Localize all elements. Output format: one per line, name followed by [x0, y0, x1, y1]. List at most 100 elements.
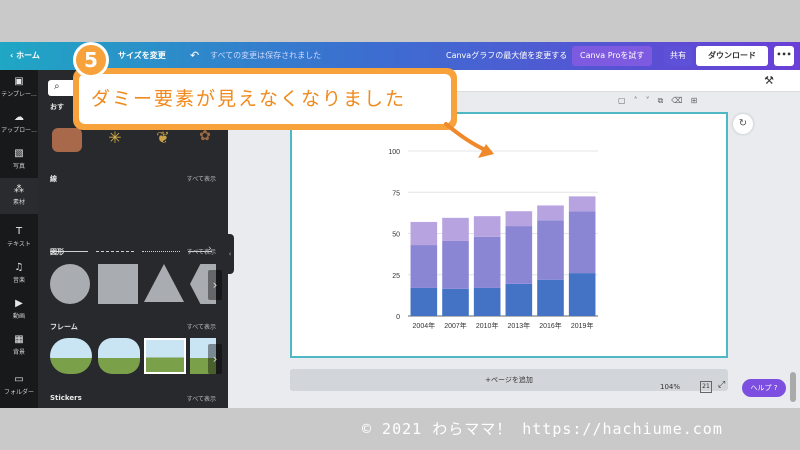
x-tick-label: 2013年 — [508, 321, 531, 330]
rail-item-text[interactable]: T テキスト — [0, 220, 38, 256]
y-tick-label: 25 — [392, 273, 400, 280]
undo-icon[interactable]: ↶ — [190, 42, 199, 70]
copyright-watermark: © 2021 わらママ！ https://hachiume.com — [362, 420, 723, 438]
callout-box: ダミー要素が見えなくなりました — [73, 68, 457, 130]
shape-square[interactable] — [98, 264, 138, 304]
fullscreen-icon[interactable]: ⤢ — [718, 380, 725, 390]
rail-label: フォルダー — [3, 389, 34, 396]
chart[interactable]: 0 25 50 75 100 2004年 2007年 2010年 2013年 2016年 2019年 — [362, 127, 646, 339]
x-tick-label: 2010年 — [476, 321, 499, 330]
bar-segment — [537, 205, 564, 221]
line-dotted[interactable] — [142, 251, 180, 252]
more-button[interactable]: ••• — [774, 46, 794, 66]
frame-circle[interactable] — [50, 338, 92, 374]
bar-segment — [442, 217, 469, 241]
rail-item-video[interactable]: ▶ 動画 — [0, 292, 38, 328]
frame-square[interactable] — [144, 338, 186, 374]
bar-segment — [537, 279, 564, 316]
rail-label: 写真 — [12, 163, 25, 170]
bar-segment — [442, 288, 469, 316]
bar-segment — [568, 273, 596, 316]
decor-thumb[interactable]: ❦ — [148, 128, 178, 152]
bar-segment — [473, 236, 501, 288]
decor-thumb[interactable]: ✿ — [190, 128, 220, 152]
stacked-bar-chart: 0 25 50 75 100 2004年 2007年 2010年 2013年 2016年 2019年 — [388, 149, 598, 330]
rail-item-elements[interactable]: ⁂ 素材 — [0, 178, 38, 214]
photo-icon: ▧ — [14, 148, 24, 159]
bar-segment — [410, 287, 438, 316]
document-title[interactable]: Canvaグラフの最大値を変更する — [446, 42, 567, 70]
scrollbar[interactable] — [790, 372, 796, 402]
rail-item-music[interactable]: ♫ 音楽 — [0, 256, 38, 292]
section-title-lines: 線 — [50, 175, 57, 183]
shape-triangle[interactable] — [144, 264, 184, 302]
see-all-lines[interactable]: すべて表示 — [187, 174, 216, 183]
video-icon: ▶ — [15, 298, 23, 309]
rail-label: 素材 — [12, 199, 25, 206]
bar-segment — [537, 220, 564, 280]
y-tick-label: 0 — [396, 314, 400, 321]
download-button[interactable]: ダウンロード — [696, 46, 768, 66]
add-page-icon[interactable]: ⊞ — [691, 96, 706, 105]
resize-button[interactable]: サイズを変更 — [118, 42, 166, 70]
bar-segment — [473, 287, 501, 316]
chevron-right-icon[interactable]: › — [208, 270, 222, 300]
zoom-level[interactable]: 104% — [660, 378, 680, 396]
see-all-shapes[interactable]: すべて表示 — [187, 247, 216, 256]
duplicate-icon[interactable]: ⧉ — [658, 96, 672, 105]
rail-item-photos[interactable]: ▧ 写真 — [0, 142, 38, 178]
see-all-frames[interactable]: すべて表示 — [187, 322, 216, 331]
frame-badge[interactable] — [98, 338, 140, 374]
collapse-panel-handle[interactable]: ‹ — [226, 234, 234, 274]
rail-item-background[interactable]: ▦ 背景 — [0, 328, 38, 364]
screenshot-frame: ‹ ホーム サイズを変更 ↶ すべての変更は保存されました Canvaグラフの最… — [0, 0, 800, 450]
elements-icon: ⁂ — [14, 184, 24, 195]
line-dashed[interactable] — [96, 251, 134, 252]
bar-segment — [442, 240, 469, 289]
note-icon[interactable]: ▢ — [618, 96, 634, 105]
rail-label: 背景 — [12, 349, 25, 356]
decor-thumb[interactable]: ✳ — [100, 128, 130, 152]
help-button[interactable]: ヘルプ ? — [742, 379, 786, 397]
y-tick-label: 50 — [392, 232, 400, 239]
x-tick-label: 2007年 — [444, 321, 467, 330]
background-icon: ▦ — [14, 334, 24, 345]
try-pro-button[interactable]: Canva Proを試す — [572, 46, 653, 66]
folder-icon: ▭ — [14, 374, 24, 385]
y-tick-label: 75 — [392, 190, 400, 197]
bar-segment — [473, 216, 501, 237]
bar-segment — [505, 226, 533, 284]
see-all-stickers[interactable]: すべて表示 — [187, 394, 216, 403]
decor-thumb[interactable] — [52, 128, 82, 152]
section-title-shapes: 図形 — [50, 248, 64, 256]
left-rail: ▣ テンプレー... ☁ アップロー... ▧ 写真 ⁂ 素材 T テキスト ♫ 音楽 ▶ 動… — [0, 70, 38, 408]
paint-roller-icon[interactable]: ⚒ — [764, 74, 774, 87]
share-button[interactable]: 共有 — [664, 46, 692, 66]
rail-label: 動画 — [12, 313, 25, 320]
bar-segment — [505, 211, 533, 227]
x-tick-label: 2004年 — [413, 321, 436, 330]
music-icon: ♫ — [14, 262, 24, 273]
chevron-right-icon[interactable]: › — [208, 344, 222, 374]
bar-segment — [505, 283, 533, 316]
rail-label: アップロー... — [1, 127, 37, 134]
rail-item-templates[interactable]: ▣ テンプレー... — [0, 70, 38, 106]
bar-segment — [568, 196, 596, 212]
pointer-arrow-icon — [444, 122, 494, 158]
step-badge: 5 — [73, 42, 109, 78]
rail-label: テンプレー... — [1, 91, 37, 98]
rail-item-uploads[interactable]: ☁ アップロー... — [0, 106, 38, 142]
upload-icon: ☁ — [14, 112, 24, 123]
chevron-up-icon[interactable]: ˄ — [634, 96, 646, 105]
text-icon: T — [15, 226, 23, 237]
rail-item-folder[interactable]: ▭ フォルダー — [0, 368, 38, 404]
page-count[interactable]: 21 — [700, 381, 712, 393]
trash-icon[interactable]: ⌫ — [671, 96, 690, 105]
search-icon: ⌕ — [54, 81, 60, 92]
top-bar: ‹ ホーム サイズを変更 ↶ すべての変更は保存されました Canvaグラフの最… — [0, 42, 800, 70]
home-button[interactable]: ‹ ホーム — [10, 42, 40, 70]
page-tools: ▢˄˅⧉⌫⊞ — [618, 96, 705, 106]
shape-circle[interactable] — [50, 264, 90, 304]
chevron-down-icon[interactable]: ˅ — [646, 96, 658, 105]
refresh-icon[interactable]: ↻ — [733, 114, 753, 134]
